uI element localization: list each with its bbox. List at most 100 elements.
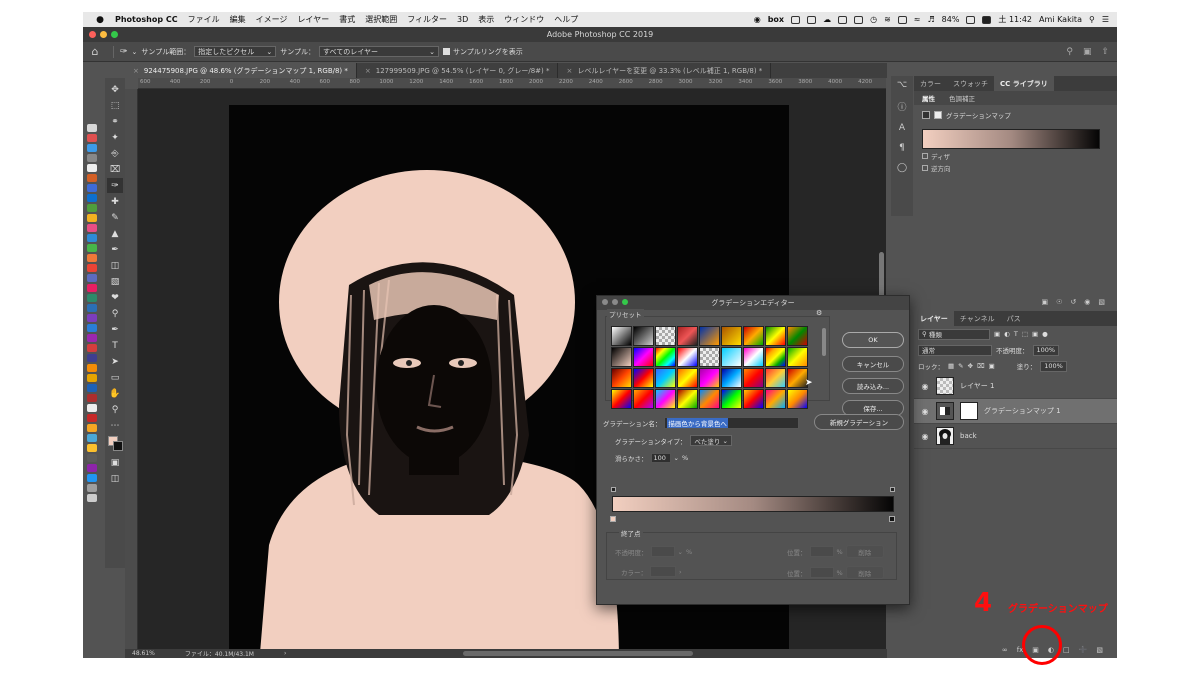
ok-button[interactable]: OK	[842, 332, 904, 348]
record-icon[interactable]: ◉	[754, 15, 761, 24]
presets-scrollbar[interactable]	[822, 328, 826, 356]
eye-icon[interactable]: ◉	[920, 407, 930, 416]
zoom-tool-icon[interactable]: ⚲	[107, 402, 123, 417]
dock-app-icon[interactable]	[87, 304, 97, 312]
zoom-button[interactable]	[111, 31, 118, 38]
close-icon[interactable]: ×	[566, 67, 572, 75]
eyedropper-tool-icon[interactable]: ✑	[107, 178, 123, 193]
gradient-type-select[interactable]: べた塗り ⌄	[690, 435, 732, 446]
stamp-tool-icon[interactable]: ▲	[107, 226, 123, 241]
menu-type[interactable]: 書式	[339, 14, 355, 25]
preset-swatch[interactable]	[787, 326, 808, 346]
dock-app-icon[interactable]	[87, 434, 97, 442]
menu-file[interactable]: ファイル	[188, 14, 220, 25]
close-button[interactable]	[89, 31, 96, 38]
menu-layer[interactable]: レイヤー	[297, 14, 329, 25]
menu-select[interactable]: 選択範囲	[365, 14, 397, 25]
layer-row[interactable]: ◉ レイヤー 1	[914, 374, 1117, 399]
history-panel-icon[interactable]: ⌥	[897, 80, 907, 90]
more-tools-icon[interactable]: ⋯	[107, 418, 123, 433]
tab-document-3[interactable]: × レベルレイヤーを変更 @ 33.3% (レベル補正 1, RGB/8) *	[558, 63, 772, 78]
dock-app-icon[interactable]	[87, 354, 97, 362]
healing-tool-icon[interactable]: ✚	[107, 194, 123, 209]
tab-properties[interactable]: 属性	[922, 93, 935, 103]
menu-view[interactable]: 表示	[478, 14, 494, 25]
input-source-icon[interactable]	[982, 15, 992, 24]
shield-icon[interactable]	[807, 15, 817, 24]
sample-range-select[interactable]: 指定したピクセル ⌄	[194, 46, 277, 57]
cloud-icon[interactable]: ☁	[823, 15, 831, 24]
history-brush-tool-icon[interactable]: ✒	[107, 242, 123, 257]
dock-app-icon[interactable]	[87, 374, 97, 382]
load-button[interactable]: 読み込み...	[842, 378, 904, 394]
share-icon[interactable]: ⇧	[1101, 47, 1109, 57]
dock-app-icon[interactable]	[87, 274, 97, 282]
vertical-ruler[interactable]	[125, 89, 138, 649]
preset-swatch[interactable]	[611, 368, 632, 388]
type-tool-icon[interactable]: T	[107, 338, 123, 353]
marquee-tool-icon[interactable]: ⬚	[107, 98, 123, 113]
dock-app-icon[interactable]	[87, 474, 97, 482]
preset-swatch[interactable]	[677, 389, 698, 409]
preset-swatch[interactable]	[721, 368, 742, 388]
fill-input[interactable]: 100%	[1040, 360, 1067, 372]
opacity-position-input[interactable]	[809, 546, 834, 557]
stop-color-swatch[interactable]	[650, 566, 676, 577]
close-icon[interactable]: ×	[133, 67, 139, 75]
gradient-preview[interactable]	[922, 129, 1100, 149]
blur-tool-icon[interactable]: ❤	[107, 290, 123, 305]
preset-swatch[interactable]	[699, 389, 720, 409]
box-icon[interactable]: box	[768, 15, 784, 24]
dock-app-icon[interactable]	[87, 404, 97, 412]
preset-swatch[interactable]	[655, 368, 676, 388]
tab-layers[interactable]: レイヤー	[914, 311, 954, 326]
opacity-stop-right[interactable]	[890, 487, 895, 492]
close-button[interactable]	[602, 299, 608, 305]
dock-app-icon[interactable]	[87, 214, 97, 222]
color-stop-left[interactable]	[610, 516, 616, 522]
tab-document-2[interactable]: × 127999509.JPG @ 54.5% (レイヤー 0, グレー/8#)…	[357, 63, 559, 78]
background-color[interactable]	[113, 441, 123, 451]
dock-app-icon[interactable]	[87, 184, 97, 192]
menu-window[interactable]: ウィンドウ	[504, 14, 544, 25]
blend-mode-select[interactable]: 通常	[918, 344, 992, 356]
layer-name[interactable]: back	[960, 432, 977, 440]
eye-icon[interactable]: ◉	[920, 382, 930, 391]
calendar-icon[interactable]	[854, 15, 864, 24]
dock-app-icon[interactable]	[87, 234, 97, 242]
display-icon[interactable]	[791, 15, 801, 24]
shape-tool-icon[interactable]: ▭	[107, 370, 123, 385]
dock-app-icon[interactable]	[87, 284, 97, 292]
smoothness-input[interactable]: 100	[650, 453, 671, 463]
preset-swatch[interactable]	[765, 368, 786, 388]
spotlight-icon[interactable]: ⚲	[1089, 15, 1095, 24]
dock-app-icon[interactable]	[87, 134, 97, 142]
dock-app-icon[interactable]	[87, 314, 97, 322]
preset-swatch[interactable]	[611, 389, 632, 409]
menu-app[interactable]: Photoshop CC	[115, 15, 178, 24]
dock-app-icon[interactable]	[87, 124, 97, 132]
chevron-right-icon[interactable]: ›	[284, 650, 286, 657]
clip-icon[interactable]: ▣	[1041, 298, 1048, 306]
tab-document-1[interactable]: × 924475908.JPG @ 48.6% (グラデーションマップ 1, R…	[125, 63, 357, 78]
sampling-ring-checkbox[interactable]	[443, 48, 451, 55]
tab-paths[interactable]: パス	[1001, 311, 1027, 326]
paragraph-panel-icon[interactable]: ¶	[899, 143, 905, 153]
dock-app-icon[interactable]	[87, 294, 97, 302]
battery-percent[interactable]: 84%	[942, 15, 960, 24]
layer-name[interactable]: グラデーションマップ 1	[984, 406, 1061, 416]
new-layer-icon[interactable]: ➕	[1079, 646, 1088, 654]
trash-icon[interactable]: ▧	[1098, 298, 1105, 306]
dock-app-icon[interactable]	[87, 424, 97, 432]
lock-artboard-icon[interactable]: ⌧	[977, 362, 985, 370]
info-panel-icon[interactable]: ⓘ	[897, 100, 906, 113]
dock-app-icon[interactable]	[87, 394, 97, 402]
filter-toggle-icon[interactable]: ●	[1042, 330, 1048, 338]
menu-filter[interactable]: フィルター	[407, 14, 447, 25]
workspace-icon[interactable]: ▣	[1083, 47, 1092, 57]
preset-swatch[interactable]	[721, 347, 742, 367]
preset-swatch[interactable]	[699, 347, 720, 367]
gear-icon[interactable]: ⚙	[816, 309, 822, 317]
network-icon[interactable]: ≋	[884, 15, 891, 24]
menu-image[interactable]: イメージ	[256, 14, 288, 25]
